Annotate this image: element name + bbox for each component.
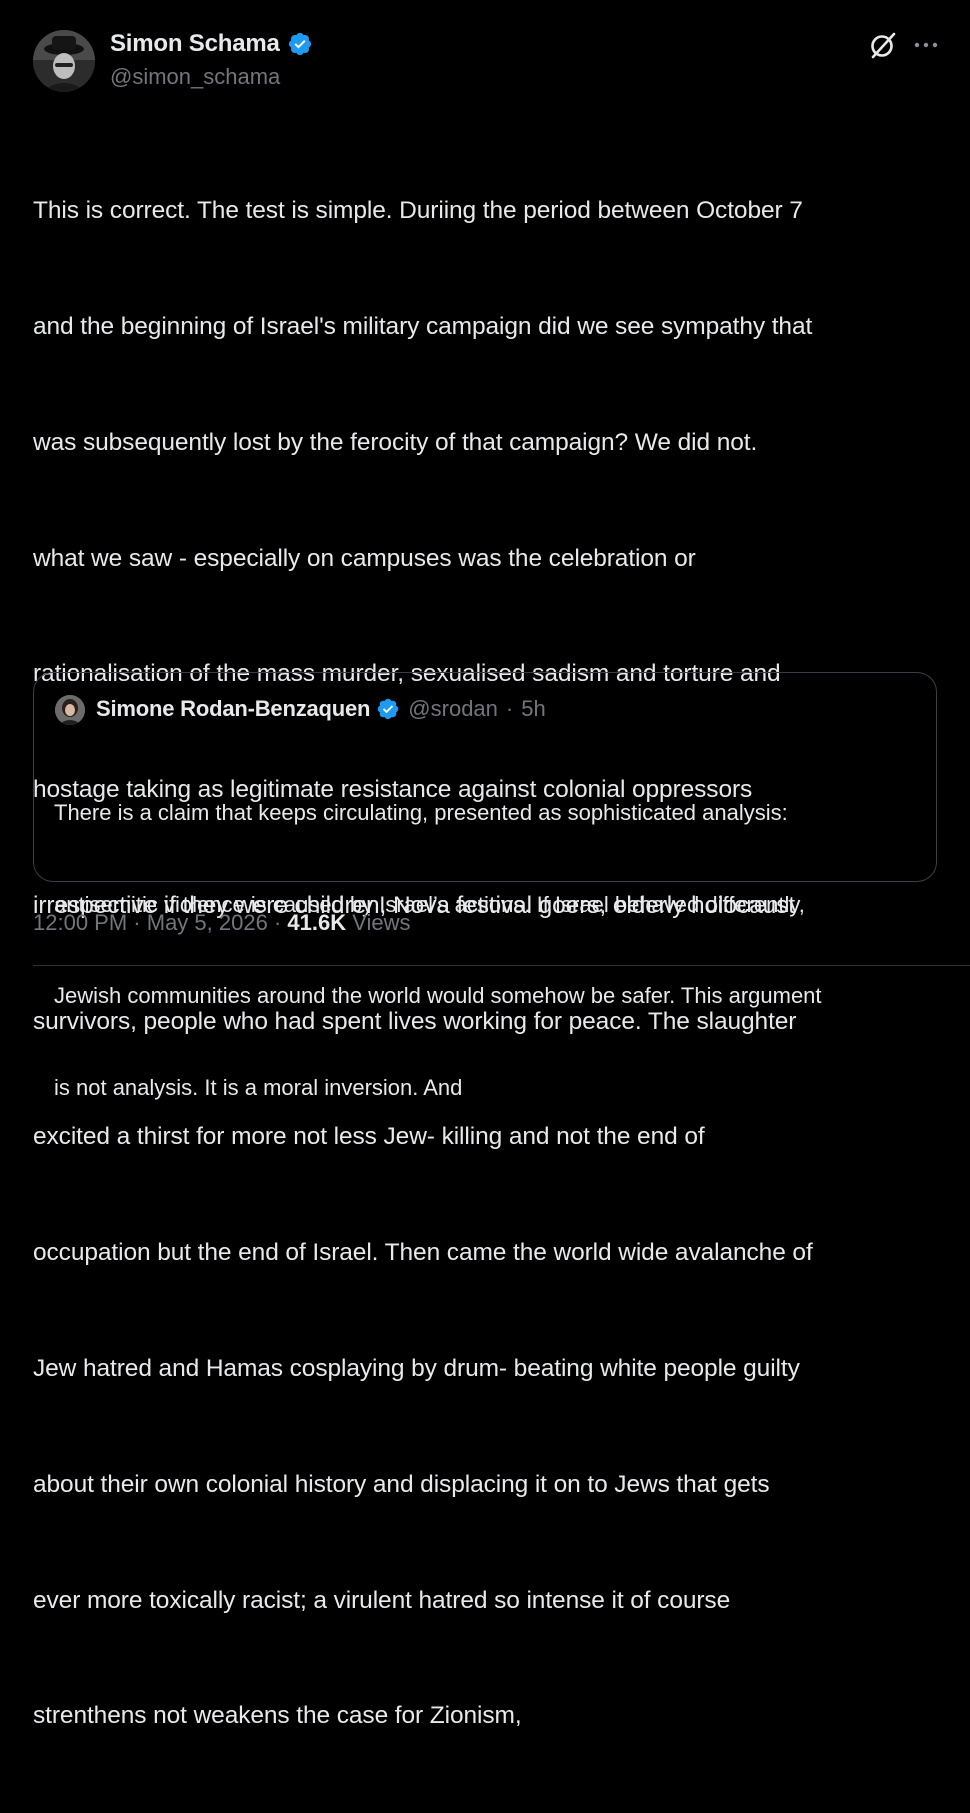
post-time[interactable]: 12:00 PM [33,910,127,935]
post-line: strenthens not weakens the case for Zion… [33,1702,522,1730]
quoted-line: Jewish communities around the world woul… [54,983,822,1008]
author-handle[interactable]: @simon_schama [110,64,280,90]
meta-separator: · [273,910,282,935]
verified-badge-icon[interactable] [287,31,313,57]
post-metadata: 12:00 PM · May 5, 2026 · 41.6K Views [33,910,411,936]
quoted-author-avatar[interactable] [55,695,85,725]
post-line: This is correct. The test is simple. Dur… [33,197,803,225]
tweet: Simon Schama @simon_schama This is corre… [0,0,970,1729]
avatar-photo [33,30,95,92]
post-date[interactable]: May 5, 2026 [147,910,268,935]
post-line: ever more toxically racist; a virulent h… [33,1586,731,1614]
author-avatar[interactable] [33,30,95,92]
meta-separator: · [133,910,141,935]
post-line: was subsequently lost by the ferocity of… [33,428,758,456]
quoted-author-name[interactable]: Simone Rodan-Benzaquen [96,696,370,722]
quoted-line: There is a claim that keeps circulating,… [54,800,788,825]
views-count[interactable]: 41.6K [287,910,346,935]
post-line: occupation but the end of Israel. Then c… [33,1239,813,1267]
grok-icon[interactable] [868,30,898,60]
quoted-timestamp[interactable]: 5h [521,696,545,722]
avatar-photo [55,695,85,725]
post-line: and the beginning of Israel's military c… [33,312,813,340]
views-label: Views [352,910,411,935]
quoted-line: is not analysis. It is a moral inversion… [54,1074,463,1100]
quoted-text: There is a claim that keeps circulating,… [54,737,934,1164]
quoted-post[interactable]: Simone Rodan-Benzaquen @srodan · 5h Ther… [33,672,937,1100]
author-name-row: Simon Schama [110,30,313,58]
post-line: Jew hatred and Hamas cosplaying by drum-… [33,1355,800,1382]
verified-badge-icon[interactable] [376,697,400,721]
post-line: what we saw - especially on campuses was… [33,544,696,572]
divider [33,965,970,966]
post-line: about their own colonial history and dis… [33,1470,770,1498]
quoted-header: Simone Rodan-Benzaquen @srodan · 5h [96,696,546,722]
quoted-separator: · [505,696,514,721]
more-options-icon[interactable] [912,30,940,60]
author-name[interactable]: Simon Schama [110,30,280,58]
quoted-author-handle[interactable]: @srodan [408,696,498,722]
